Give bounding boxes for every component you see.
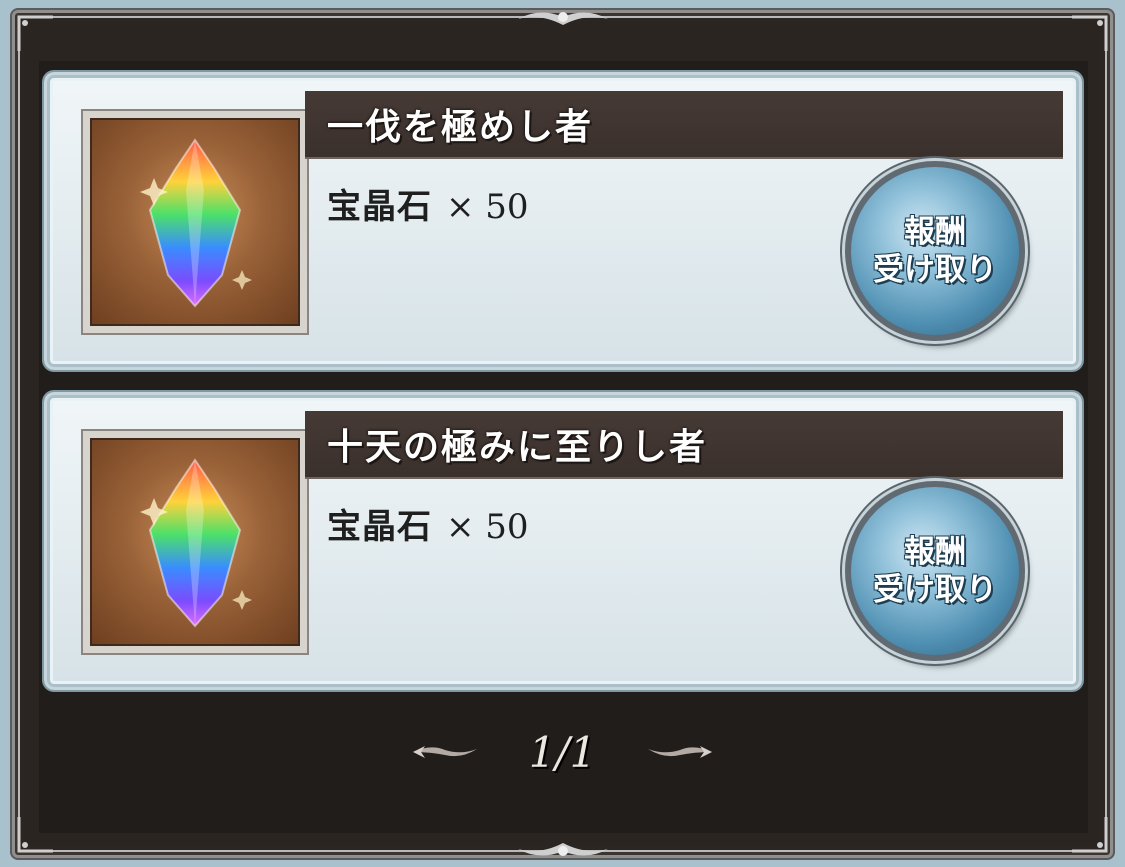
frame-bottom-ornament	[517, 843, 608, 856]
reward-item-count: × 50	[446, 187, 529, 227]
item-thumbnail	[81, 429, 309, 655]
achievement-title: 一伐を極めし者	[327, 107, 594, 148]
achievement-title-bar: 十天の極みに至りし者	[305, 411, 1063, 479]
achievement-title-bar: 一伐を極めし者	[305, 91, 1063, 159]
reward-item-name: 宝晶石	[327, 187, 432, 227]
reward-item-count: × 50	[446, 507, 529, 547]
claim-button-label-line2: 受け取り	[873, 252, 997, 288]
rainbow-crystal-icon	[90, 118, 300, 326]
frame-corner-ornament	[17, 15, 53, 51]
claim-button-label-line1: 報酬	[904, 214, 966, 250]
frame-corner-ornament	[1072, 15, 1108, 51]
reward-item-name: 宝晶石	[327, 507, 432, 547]
claim-reward-button[interactable]: 報酬 受け取り	[845, 481, 1025, 661]
claim-reward-button[interactable]: 報酬 受け取り	[845, 161, 1025, 341]
claim-button-label-line1: 報酬	[904, 534, 966, 570]
pagination: 1/1	[0, 722, 1125, 782]
achievement-reward-card: 十天の極みに至りし者 宝晶石 × 50 報酬 受け取り	[44, 392, 1082, 690]
claim-button-label-line2: 受け取り	[873, 572, 997, 608]
achievement-reward-card: 一伐を極めし者 宝晶石 × 50 報酬 受け取り	[44, 72, 1082, 370]
ornate-arrow-left-icon[interactable]	[411, 741, 479, 763]
frame-top-ornament	[517, 12, 608, 25]
rainbow-crystal-icon	[90, 438, 300, 646]
reward-info: 宝晶石 × 50	[327, 499, 529, 548]
achievement-title: 十天の極みに至りし者	[327, 427, 708, 468]
page-indicator: 1/1	[528, 727, 597, 777]
reward-info: 宝晶石 × 50	[327, 179, 529, 228]
item-thumbnail	[81, 109, 309, 335]
ornate-arrow-right-icon[interactable]	[646, 741, 714, 763]
